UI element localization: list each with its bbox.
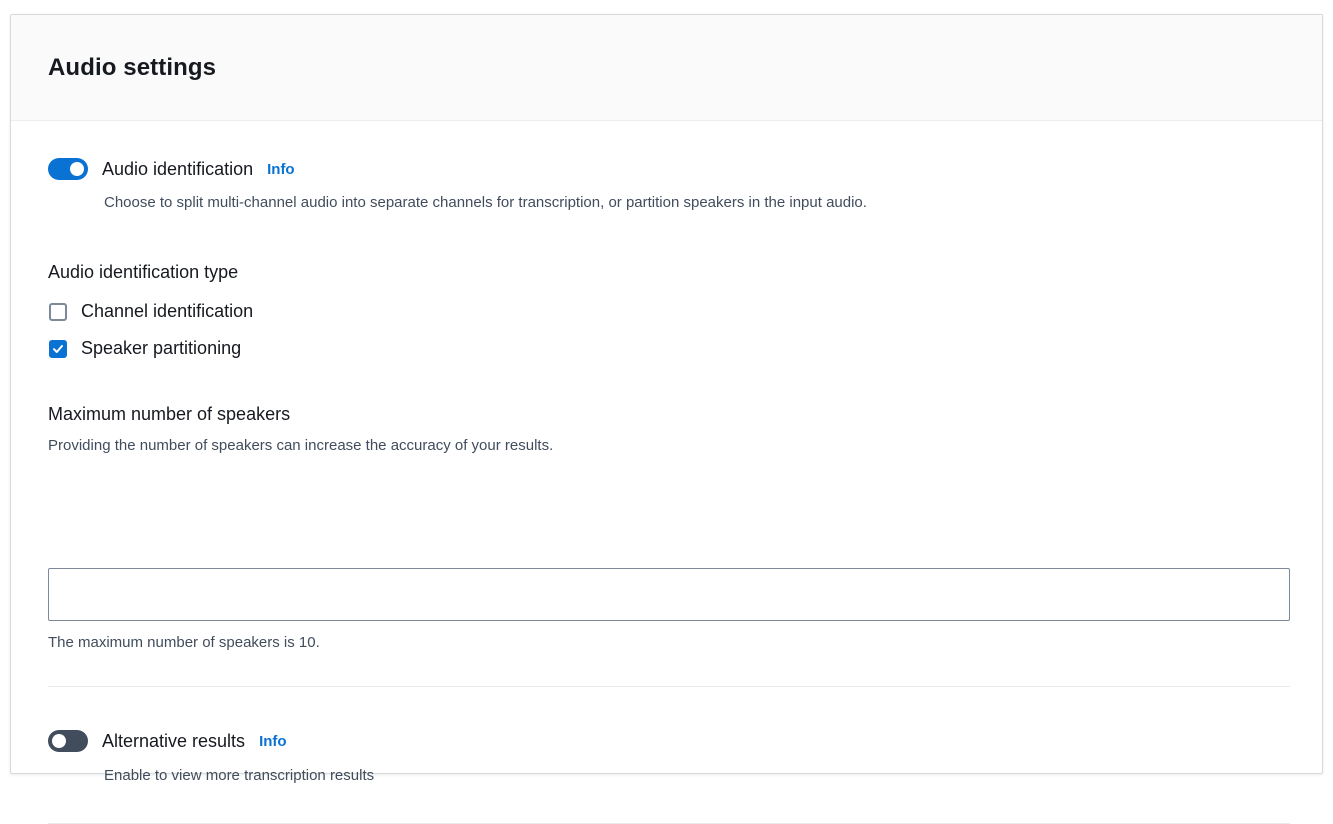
channel-identification-label: Channel identification bbox=[81, 301, 254, 321]
channel-identification-option[interactable]: Channel identification bbox=[49, 301, 253, 322]
speaker-partitioning-option[interactable]: Speaker partitioning bbox=[49, 338, 241, 359]
audio-identification-info-link[interactable]: Info bbox=[267, 161, 295, 178]
alternative-results-label: Alternative results bbox=[102, 730, 246, 751]
alternative-results-info-link[interactable]: Info bbox=[259, 733, 287, 750]
section-divider bbox=[48, 686, 1290, 687]
max-speakers-label: Maximum number of speakers bbox=[48, 404, 291, 424]
panel-header: Audio settings bbox=[11, 15, 1322, 121]
toggle-knob bbox=[70, 162, 84, 176]
alternative-results-toggle[interactable] bbox=[48, 730, 88, 752]
speaker-partitioning-checkbox[interactable] bbox=[49, 339, 67, 358]
audio-identification-toggle[interactable] bbox=[48, 158, 88, 180]
toggle-knob bbox=[52, 734, 66, 748]
checkmark-icon bbox=[53, 344, 63, 353]
max-speakers-description: Providing the number of speakers can inc… bbox=[48, 437, 554, 454]
speaker-partitioning-label: Speaker partitioning bbox=[81, 338, 242, 358]
alternative-results-row: Alternative results Info bbox=[48, 730, 287, 752]
alternative-results-description: Enable to view more transcription result… bbox=[104, 767, 375, 784]
audio-identification-description: Choose to split multi-channel audio into… bbox=[104, 194, 867, 211]
channel-identification-checkbox[interactable] bbox=[49, 302, 67, 321]
max-speakers-input[interactable] bbox=[48, 568, 1290, 621]
audio-identification-row: Audio identification Info bbox=[48, 158, 295, 180]
panel-title: Audio settings bbox=[48, 53, 217, 81]
audio-identification-type-label: Audio identification type bbox=[48, 262, 239, 282]
audio-settings-panel: Audio settings Audio identification Info… bbox=[10, 14, 1323, 824]
audio-identification-label: Audio identification bbox=[102, 158, 254, 179]
max-speakers-constraint: The maximum number of speakers is 10. bbox=[48, 634, 320, 651]
